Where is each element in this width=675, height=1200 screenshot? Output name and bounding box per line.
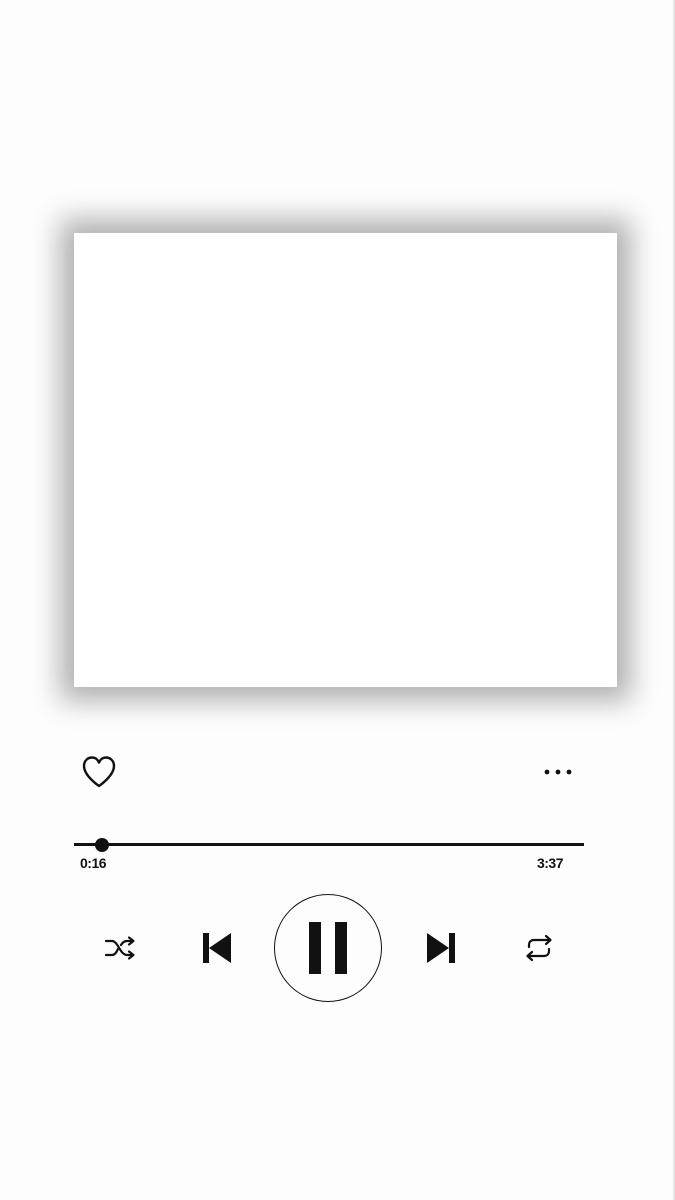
skip-next-icon <box>427 933 455 963</box>
pause-icon <box>309 922 347 974</box>
skip-previous-icon <box>203 933 231 963</box>
elapsed-time: 0:16 <box>80 855 107 871</box>
repeat-button[interactable] <box>519 930 559 966</box>
progress-bar[interactable] <box>74 834 584 854</box>
more-options-button[interactable] <box>540 758 576 786</box>
next-button[interactable] <box>420 926 462 970</box>
progress-thumb[interactable] <box>94 838 109 852</box>
like-button[interactable] <box>80 754 118 790</box>
total-time: 3:37 <box>536 855 564 871</box>
album-artwork <box>74 233 617 687</box>
pause-button[interactable] <box>274 894 382 1002</box>
repeat-icon <box>526 934 552 962</box>
heart-outline-icon <box>82 756 116 788</box>
shuffle-icon <box>104 936 135 960</box>
more-horizontal-icon <box>544 769 572 775</box>
progress-track <box>74 843 584 846</box>
music-player-screen: 0:16 3:37 <box>0 0 675 1200</box>
shuffle-button[interactable] <box>101 930 139 966</box>
previous-button[interactable] <box>196 926 238 970</box>
